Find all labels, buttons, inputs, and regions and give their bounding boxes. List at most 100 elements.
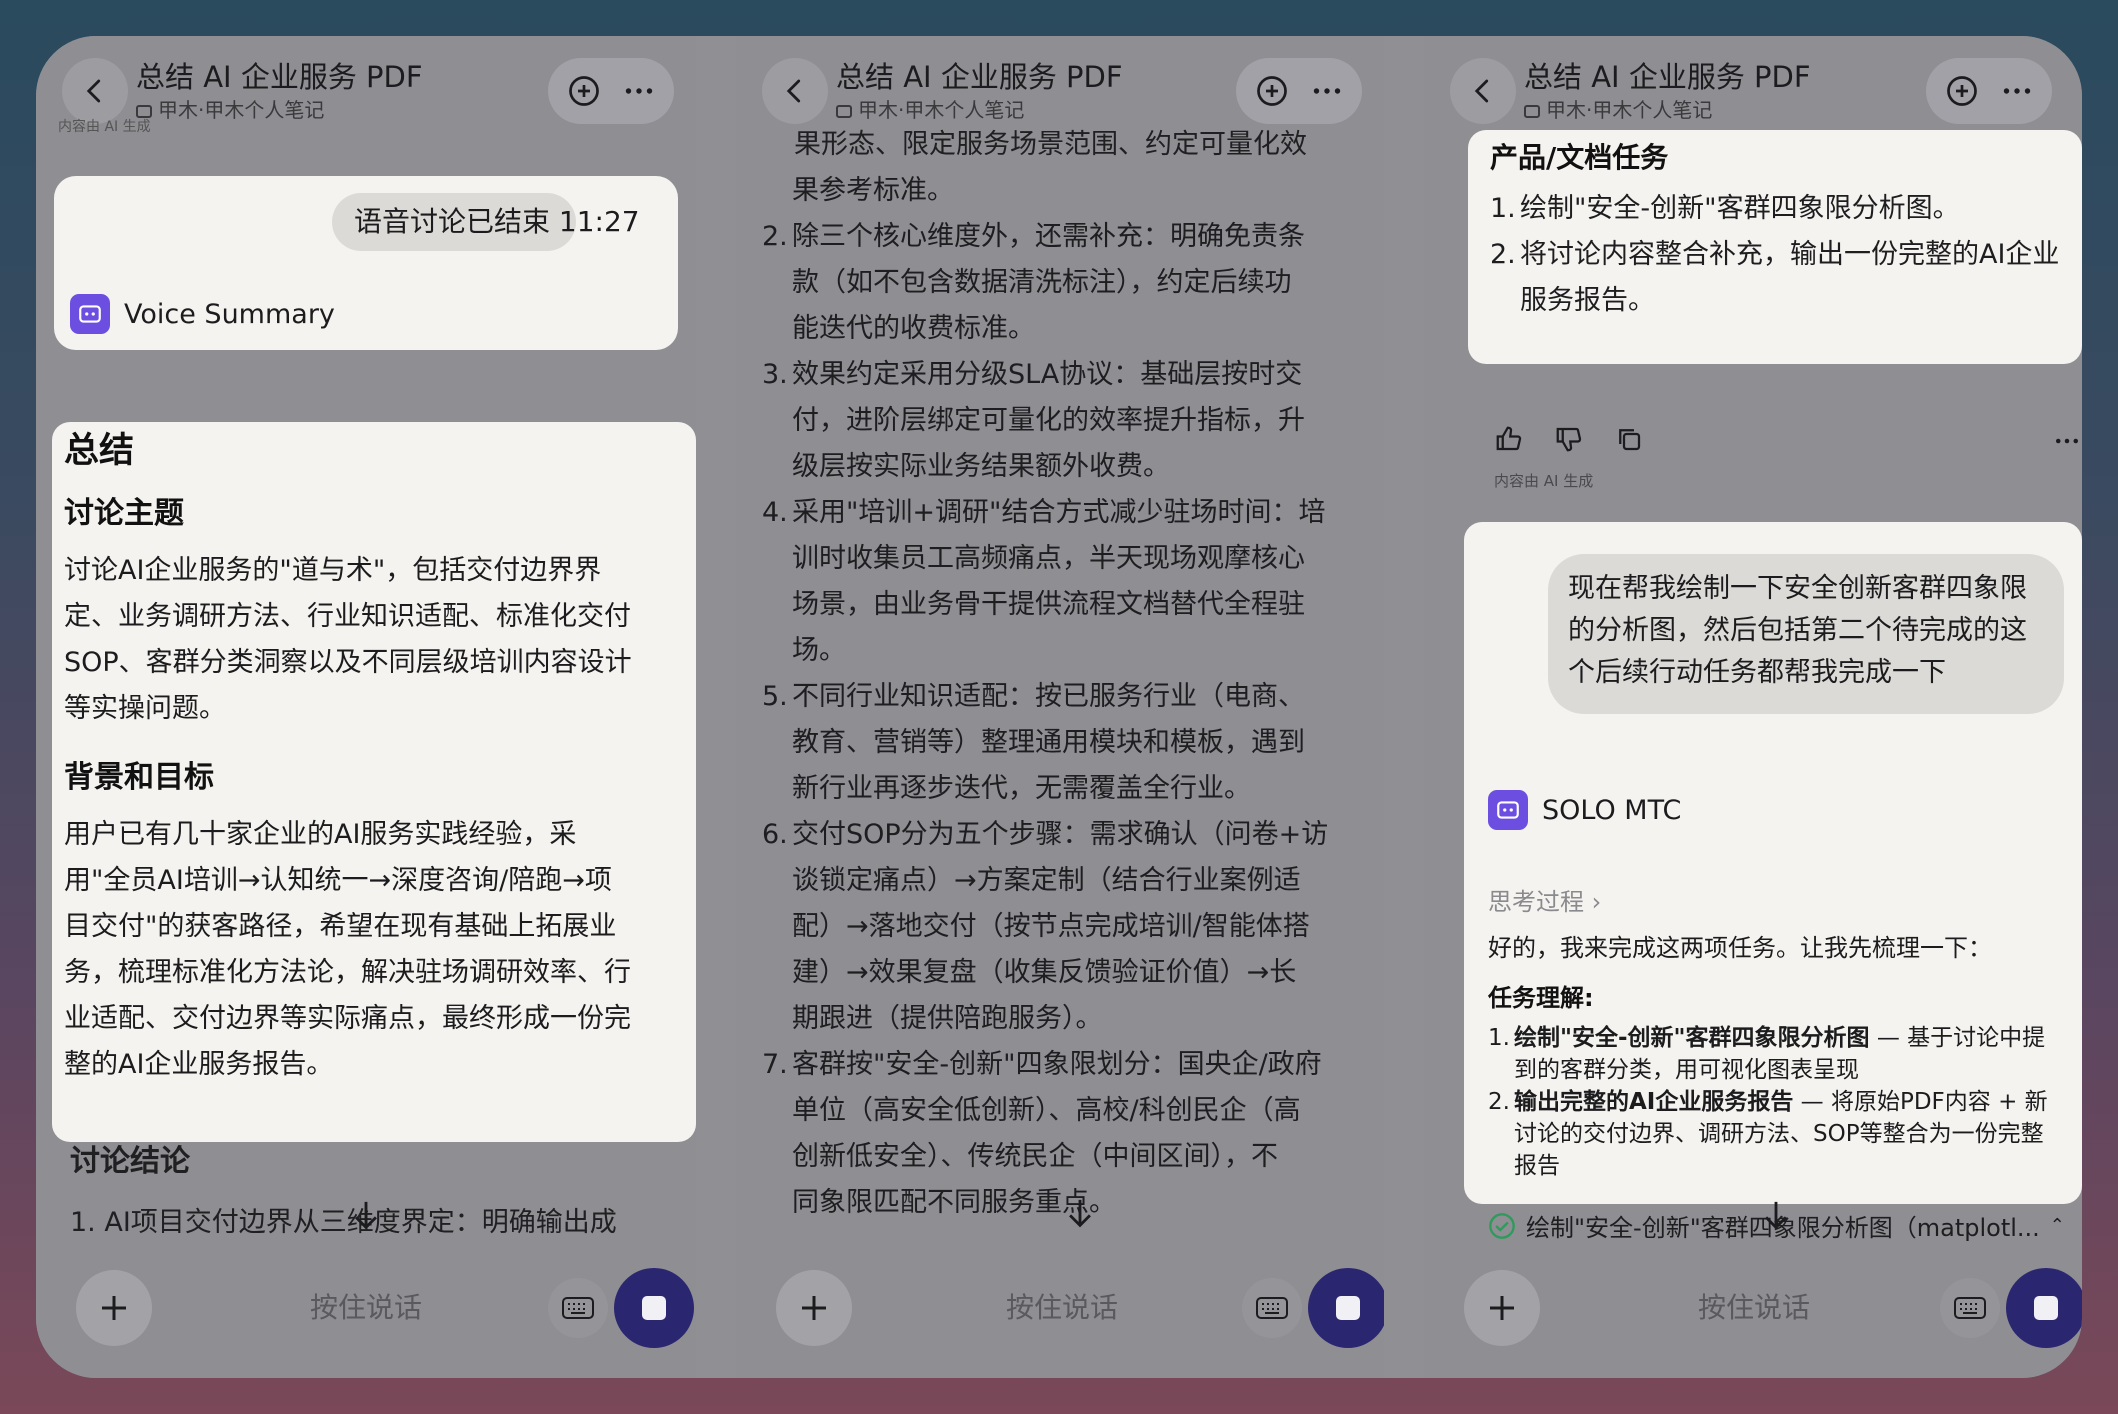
back-icon (86, 79, 101, 103)
item-text: 报告 (1514, 1153, 1560, 1179)
header-actions (548, 58, 674, 124)
scroll-down-button[interactable] (1058, 1192, 1102, 1236)
text-line: 用"全员AI培训→认知统一→深度咨询/陪跑→项 (64, 865, 612, 896)
more-icon[interactable] (1309, 73, 1345, 109)
item-text: 果参考标准。 (792, 175, 954, 206)
item-text: 能迭代的收费标准。 (792, 313, 1035, 344)
text-line: SOP、客群分类洞察以及不同层级培训内容设计 (64, 647, 632, 678)
page-title: 总结 AI 企业服务 PDF (1524, 60, 1811, 94)
background-paragraph: 用户已有几十家企业的AI服务实践经验，采 用"全员AI培训→认知统一→深度咨询/… (64, 812, 631, 1088)
task-item: 2. 将讨论内容整合补充，输出一份完整的AI企业 服务报告。 (1490, 232, 2070, 324)
item-number: 2. (1488, 1089, 1510, 1115)
item-number: 2. (762, 221, 788, 252)
more-icon[interactable] (2052, 426, 2082, 456)
down-arrow-icon (1765, 1201, 1787, 1230)
plus-icon (1490, 1296, 1514, 1320)
text-line: 用户已有几十家企业的AI服务实践经验，采 (64, 819, 577, 850)
ai-generated-tag: 内容由 AI 生成 (1494, 472, 1594, 490)
conclusion-line: 6. 交付SOP分为五个步骤：需求确认（问卷+访 (762, 812, 1374, 858)
page-title: 总结 AI 企业服务 PDF (136, 60, 423, 94)
hold-to-talk[interactable]: 按住说话 (1006, 1286, 1118, 1326)
keyboard-button[interactable] (1242, 1278, 1302, 1338)
item-text: 创新低安全）、传统民企（中间区间），不 (792, 1141, 1278, 1172)
conclusion-line: 场。 (762, 628, 1374, 674)
text-line: 定、业务调研方法、行业知识适配、标准化交付 (64, 601, 631, 632)
item-text: 不同行业知识适配：按已服务行业（电商、 (792, 681, 1305, 712)
page-subtitle: 甲木·甲木个人笔记 (836, 94, 1024, 123)
item-text: 采用"培训+调研"结合方式减少驻场时间：培 (792, 497, 1326, 528)
more-icon[interactable] (621, 73, 657, 109)
conclusion-line: 配）→落地交付（按节点完成培训/智能体搭 (762, 904, 1374, 950)
item-number: 3. (762, 359, 788, 390)
plus-button[interactable] (76, 1270, 152, 1346)
notebook-icon (836, 105, 852, 118)
bot-name: Voice Summary (124, 298, 335, 330)
item-text: — 将原始PDF内容 + 新 (1793, 1089, 2048, 1115)
stop-button[interactable] (614, 1268, 694, 1348)
new-chat-icon[interactable] (1944, 73, 1980, 109)
item-number: 4. (762, 497, 788, 528)
plus-button[interactable] (776, 1270, 852, 1346)
task-item: 1. 绘制"安全-创新"客群四象限分析图。 (1490, 186, 2070, 232)
voice-card: 语音讨论已结束 11:27 Voice Summary (54, 176, 678, 350)
scroll-down-button[interactable] (1754, 1194, 1798, 1238)
thinking-toggle[interactable]: 思考过程 › (1488, 882, 1601, 917)
item-text: 付，进阶层绑定可量化的效率提升指标，升 (792, 405, 1305, 436)
back-button[interactable] (1450, 58, 1516, 124)
new-chat-icon[interactable] (1254, 73, 1290, 109)
stop-button[interactable] (2006, 1268, 2082, 1348)
understanding-item: 2. 输出完整的AI企业服务报告 — 将原始PDF内容 + 新 讨论的交付边界、… (1488, 1086, 2078, 1182)
conclusion-heading: 讨论结论 (70, 1144, 190, 1179)
back-button[interactable] (62, 58, 128, 124)
thumb-up-icon[interactable] (1494, 424, 1524, 454)
item-number: 7. (762, 1049, 788, 1080)
scroll-down-button[interactable] (344, 1194, 388, 1238)
thumb-down-icon[interactable] (1554, 424, 1584, 454)
conclusion-line: 训时收集员工高频痛点，半天现场观摩核心 (762, 536, 1374, 582)
stop-button[interactable] (1308, 1268, 1384, 1348)
item-text: 场。 (792, 635, 846, 666)
understanding-item: 1. 绘制"安全-创新"客群四象限分析图 — 基于讨论中提 到的客群分类，用可视… (1488, 1022, 2078, 1086)
background-heading: 背景和目标 (64, 760, 214, 795)
input-bar: 按住说话 (766, 1264, 1384, 1356)
conclusion-line: 教育、营销等）整理通用模块和模板，遇到 (762, 720, 1374, 766)
task-text: 绘制"安全-创新"客群四象限分析图。 (1520, 193, 1960, 224)
conclusion-list: 果参考标准。 2. 除三个核心维度外，还需补充：明确免责条 款（如不包含数据清洗标注）… (762, 168, 1374, 1226)
topic-paragraph: 讨论AI企业服务的"道与术"，包括交付边界界 定、业务调研方法、行业知识适配、标… (64, 548, 632, 732)
conclusion-line: 单位（高安全低创新）、高校/科创民企（高 (762, 1088, 1374, 1134)
stop-icon (1336, 1296, 1360, 1320)
keyboard-button[interactable] (1940, 1278, 2000, 1338)
bot-icon (70, 294, 110, 334)
panel-solo-chat: 总结 AI 企业服务 PDF 甲木·甲木个人笔记 产品/文档任务 1. 绘制"安全… (1424, 36, 2082, 1378)
plus-button[interactable] (1464, 1270, 1540, 1346)
keyboard-icon (562, 1297, 594, 1319)
more-icon[interactable] (1999, 73, 2035, 109)
conclusion-line: 级层按实际业务结果额外收费。 (762, 444, 1374, 490)
conclusion-line: 付，进阶层绑定可量化的效率提升指标，升 (762, 398, 1374, 444)
conclusion-line: 能迭代的收费标准。 (762, 306, 1374, 352)
item-text: 场景，由业务骨干提供流程文档替代全程驻 (792, 589, 1305, 620)
conclusion-line: 2. 除三个核心维度外，还需补充：明确免责条 (762, 214, 1374, 260)
hold-to-talk[interactable]: 按住说话 (1698, 1286, 1810, 1326)
plus-icon (802, 1296, 826, 1320)
summary-title: 总结 (64, 431, 135, 471)
stop-icon (642, 1296, 666, 1320)
keyboard-icon (1256, 1297, 1288, 1319)
message-line: 的分析图，然后包括第二个待完成的这 (1568, 615, 2027, 646)
text-line: 务，梳理标准化方法论，解决驻场调研效率、行 (64, 957, 631, 988)
input-bar: 按住说话 (66, 1264, 694, 1356)
user-message: 现在帮我绘制一下安全创新客群四象限 的分析图，然后包括第二个待完成的这 个后续行… (1548, 554, 2064, 714)
task-number: 1. (1490, 193, 1516, 224)
new-chat-icon[interactable] (566, 73, 602, 109)
task-number: 2. (1490, 239, 1516, 270)
bot-icon (1488, 790, 1528, 830)
conclusion-line: 场景，由业务骨干提供流程文档替代全程驻 (762, 582, 1374, 628)
chevron-icon: › (1591, 888, 1602, 916)
task-text: 将讨论内容整合补充，输出一份完整的AI企业 (1520, 239, 2060, 270)
copy-icon[interactable] (1614, 424, 1644, 454)
conclusion-line: 7. 客群按"安全-创新"四象限划分：国央企/政府 (762, 1042, 1374, 1088)
back-button[interactable] (762, 58, 828, 124)
keyboard-button[interactable] (548, 1278, 608, 1338)
item-text: 单位（高安全低创新）、高校/科创民企（高 (792, 1095, 1301, 1126)
hold-to-talk[interactable]: 按住说话 (310, 1286, 422, 1326)
